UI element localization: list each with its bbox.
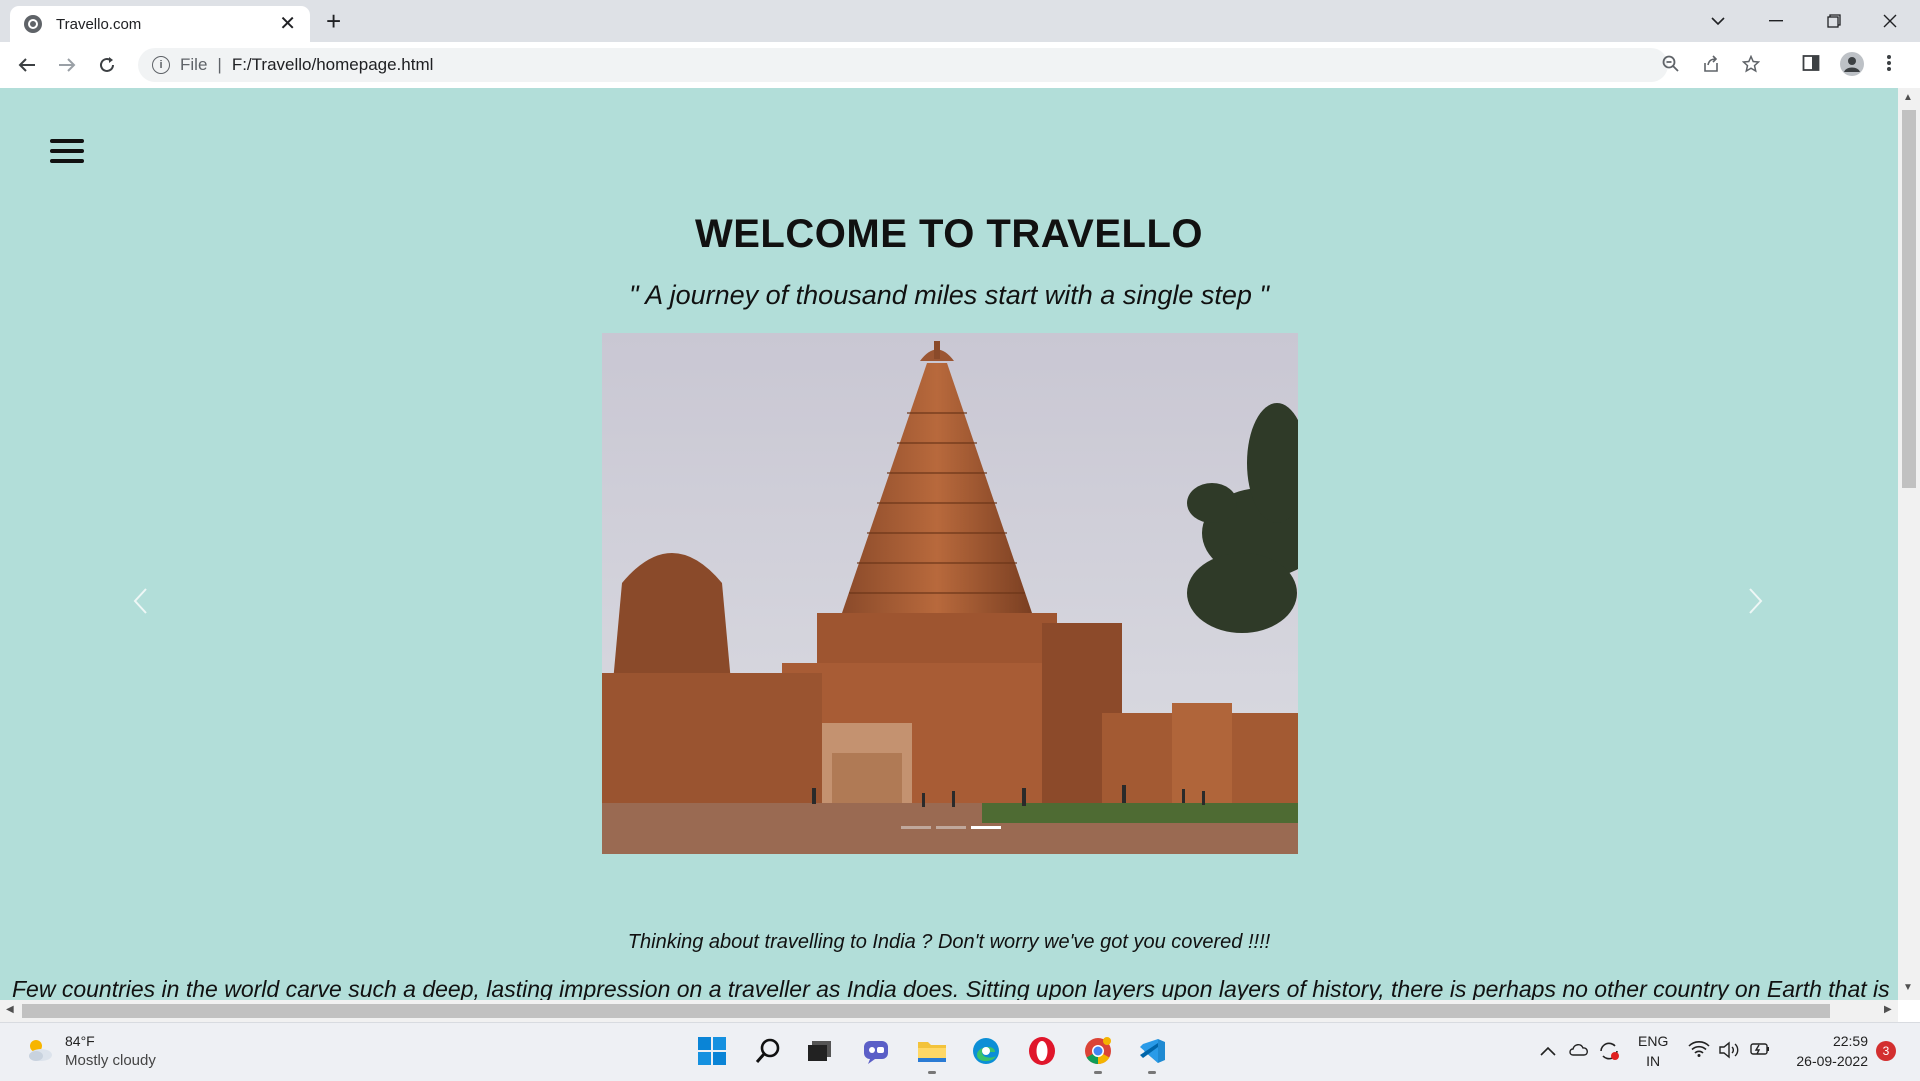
address-bar[interactable]: i File | F:/Travello/homepage.html [138,48,1761,82]
page-quote: " A journey of thousand miles start with… [629,280,1269,310]
browser-tabstrip: Travello.com ✕ + [0,0,1920,42]
horizontal-scroll-thumb[interactable] [22,1004,1830,1018]
running-indicator [1148,1071,1156,1074]
onedrive-cloud-icon[interactable] [1568,1041,1590,1061]
restore-button[interactable] [1806,0,1862,42]
battery-icon[interactable] [1748,1041,1770,1061]
weather-temperature[interactable]: 84°F [65,1033,95,1049]
reload-button[interactable] [92,50,122,80]
temple-photo [602,333,1298,854]
clock-date: 26-09-2022 [1796,1053,1868,1069]
teams-chat-button[interactable] [860,1035,892,1067]
region-code: IN [1646,1053,1661,1069]
page-tagline: Thinking about travelling to India ? Don… [627,931,1271,953]
tab-title: Travello.com [56,15,142,33]
carousel-prev-button[interactable] [132,580,148,625]
image-carousel[interactable] [602,333,1298,854]
vertical-scroll-thumb[interactable] [1902,110,1916,488]
system-clock[interactable]: 22:59 26-09-2022 [1780,1031,1868,1071]
chevron-right-icon [1749,588,1763,614]
side-panel-icon[interactable] [1802,54,1820,78]
language-indicator[interactable]: ENG IN [1638,1031,1668,1071]
taskbar: 84°F Mostly cloudy ENG IN 22:59 26-09-20… [0,1022,1920,1081]
carousel-next-button[interactable] [1748,580,1764,625]
vscode-icon [1140,1039,1165,1063]
scroll-right-icon[interactable]: ▶ [1884,1004,1892,1015]
chrome-button[interactable] [1082,1035,1114,1067]
sync-icon[interactable] [1598,1041,1620,1066]
weather-cloudy-icon[interactable] [24,1035,54,1065]
arrow-right-icon [59,58,76,72]
restore-icon [1827,14,1841,28]
reload-icon [100,57,114,72]
chevron-left-icon [133,588,147,614]
chrome-icon [1085,1037,1111,1065]
vscode-button[interactable] [1136,1035,1168,1067]
forward-button[interactable] [52,50,82,80]
carousel-indicator-2 [936,826,966,829]
hamburger-menu-icon[interactable] [50,139,84,163]
minimize-icon [1769,20,1783,22]
zoom-icon[interactable] [1662,55,1680,78]
address-separator: | [217,55,222,74]
file-explorer-button[interactable] [916,1035,948,1067]
start-button[interactable] [696,1035,728,1067]
edge-icon [973,1038,999,1064]
share-icon[interactable] [1702,55,1720,78]
wifi-icon[interactable] [1688,1041,1710,1062]
carousel-indicator-1 [901,826,931,829]
chevron-up-icon[interactable] [1540,1041,1556,1061]
clock-time: 22:59 [1832,1033,1868,1049]
arrow-left-icon [18,58,35,72]
back-button[interactable] [12,50,42,80]
vertical-scrollbar[interactable]: ▲ ▼ [1898,88,1920,1000]
chevron-down-icon [1711,17,1725,26]
scroll-left-icon[interactable]: ◀ [6,1004,14,1015]
weather-description[interactable]: Mostly cloudy [65,1052,156,1069]
chat-icon [864,1041,888,1064]
scroll-up-icon[interactable]: ▲ [1903,92,1913,103]
running-indicator [928,1071,936,1074]
horizontal-scrollbar[interactable]: ◀ ▶ [0,1000,1898,1022]
globe-icon [24,15,42,33]
close-icon [1883,14,1897,28]
language-code: ENG [1638,1033,1669,1049]
notification-badge[interactable]: 3 [1876,1041,1896,1061]
scroll-down-icon[interactable]: ▼ [1903,982,1913,993]
address-scheme: File [180,55,208,74]
profile-icon[interactable] [1840,52,1864,82]
page-viewport: WELCOME TO TRAVELLO " A journey of thous… [0,88,1898,1000]
task-view-icon [808,1041,831,1061]
search-icon [755,1038,780,1063]
folder-icon [918,1042,946,1062]
page-title: WELCOME TO TRAVELLO [695,212,1203,256]
new-tab-button[interactable]: + [326,8,341,34]
carousel-indicator-3 [971,826,1001,829]
browser-toolbar: i File | F:/Travello/homepage.html [0,42,1920,89]
opera-button[interactable] [1026,1035,1058,1067]
windows-logo-icon [698,1037,726,1065]
minimize-button[interactable] [1748,0,1804,42]
task-view-button[interactable] [804,1035,836,1067]
volume-icon[interactable] [1718,1041,1740,1064]
intro-paragraph: Few countries in the world carve such a … [12,976,1890,1000]
opera-icon [1029,1037,1055,1065]
tab-close-button[interactable]: ✕ [279,14,296,34]
tab-search-button[interactable] [1690,0,1746,42]
info-icon[interactable]: i [152,56,170,74]
star-icon[interactable] [1741,54,1761,78]
search-button[interactable] [752,1035,784,1067]
browser-tab-active[interactable]: Travello.com ✕ [10,6,310,42]
address-url[interactable]: F:/Travello/homepage.html [232,55,434,75]
edge-button[interactable] [970,1035,1002,1067]
close-window-button[interactable] [1862,0,1918,42]
kebab-menu-icon[interactable] [1886,54,1892,78]
running-indicator [1094,1071,1102,1074]
